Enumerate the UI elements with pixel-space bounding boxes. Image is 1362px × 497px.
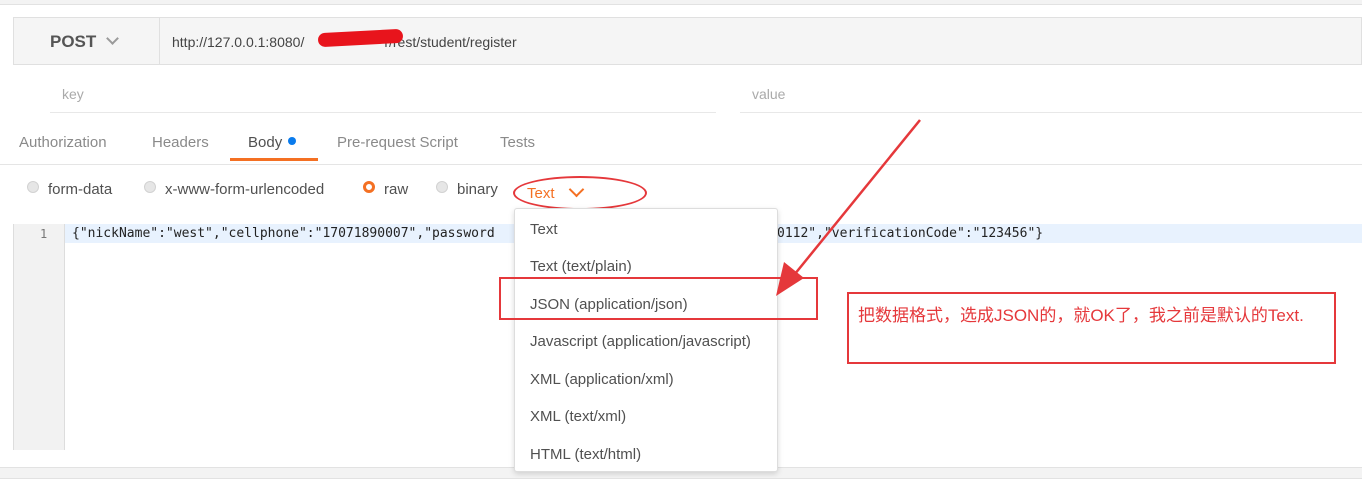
- response-panel-edge: [0, 478, 1362, 497]
- annotation-arrow: [776, 119, 921, 296]
- annotation-note: 把数据格式，选成JSON的，就OK了，我之前是默认的Text.: [847, 292, 1336, 364]
- arrow-shaft: [789, 119, 921, 281]
- annotation-note-text: 把数据格式，选成JSON的，就OK了，我之前是默认的Text.: [858, 306, 1304, 325]
